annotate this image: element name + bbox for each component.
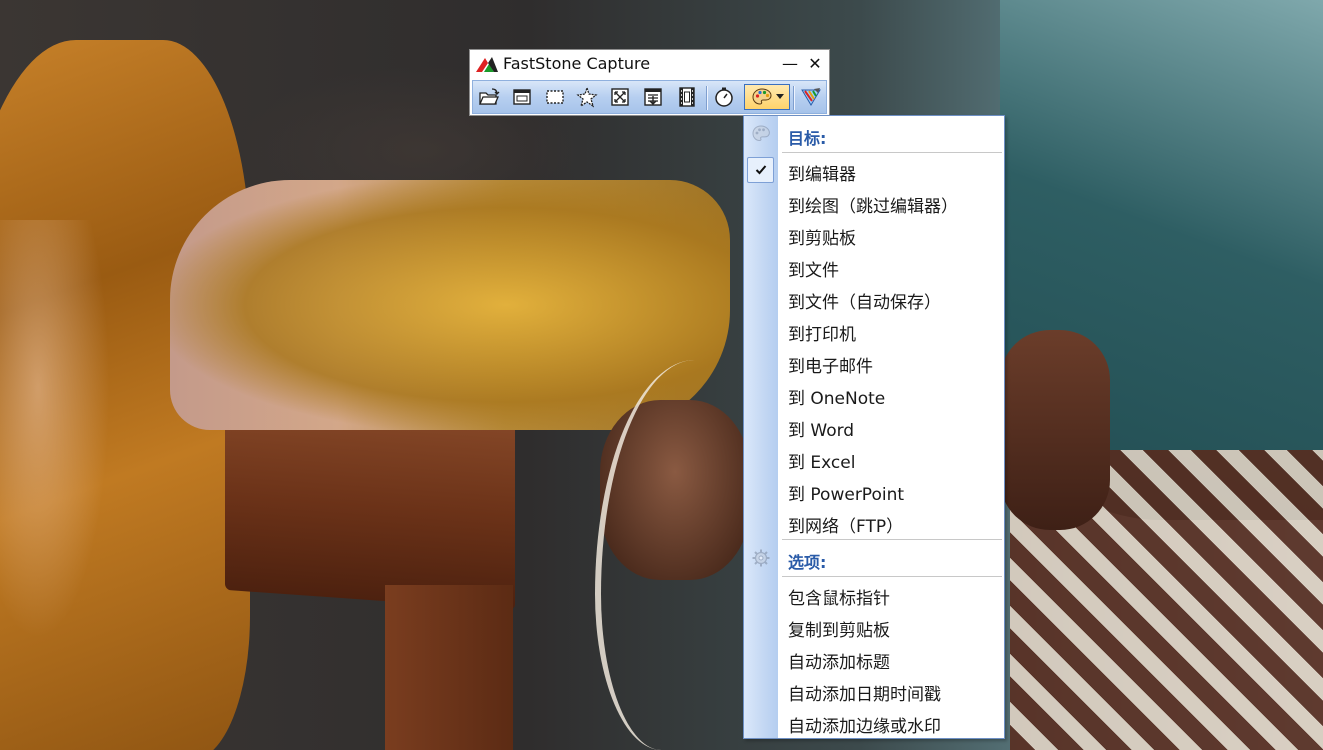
- delay-timer-button[interactable]: [711, 84, 737, 110]
- menu-item-label: 到 PowerPoint: [788, 485, 905, 505]
- menu-item-label: 到剪贴板: [788, 229, 856, 249]
- capture-scrolling-icon: [644, 88, 662, 106]
- capture-freehand-icon: [576, 86, 598, 108]
- faststone-capture-window[interactable]: FastStone Capture — ✕: [469, 49, 830, 116]
- chevron-down-icon: [775, 94, 784, 99]
- menu-item-to-word[interactable]: 到 Word: [744, 410, 1004, 442]
- menu-header-options: 选项:: [744, 542, 1004, 574]
- toolbar-separator: [793, 86, 794, 110]
- window-title: FastStone Capture: [503, 54, 651, 73]
- menu-item-label: 到 Excel: [788, 453, 856, 473]
- gear-icon: [752, 549, 770, 567]
- title-bar[interactable]: FastStone Capture — ✕: [470, 50, 829, 78]
- screen-recorder-button[interactable]: [674, 84, 700, 110]
- background-arm: [1000, 330, 1110, 530]
- menu-item-to-clipboard[interactable]: 到剪贴板: [744, 218, 1004, 250]
- menu-item-label: 到网络（FTP）: [788, 517, 904, 537]
- menu-item-label: 到编辑器: [788, 165, 856, 185]
- menu-item-to-editor[interactable]: 到编辑器: [744, 154, 1004, 186]
- capture-toolbar: [472, 80, 827, 114]
- close-button[interactable]: ✕: [805, 54, 825, 74]
- menu-item-include-cursor[interactable]: 包含鼠标指针: [744, 578, 1004, 610]
- menu-item-label: 复制到剪贴板: [788, 621, 890, 641]
- menu-item-label: 到 Word: [788, 421, 855, 441]
- menu-item-label: 到打印机: [788, 325, 856, 345]
- open-folder-icon: [479, 88, 500, 105]
- menu-item-to-printer[interactable]: 到打印机: [744, 314, 1004, 346]
- menu-header-target: 目标:: [744, 118, 1004, 150]
- menu-item-label: 到文件（自动保存）: [788, 293, 941, 313]
- output-destination-menu: 目标: 到编辑器 到绘图（跳过编辑器） 到剪贴板 到文件 到文件（自动保存） 到…: [743, 115, 1005, 739]
- menu-item-copy-to-clipboard[interactable]: 复制到剪贴板: [744, 610, 1004, 642]
- menu-item-label: 到绘图（跳过编辑器）: [788, 197, 958, 217]
- menu-item-label: 自动添加边缘或水印: [788, 717, 941, 737]
- screen-recorder-icon: [679, 87, 695, 107]
- menu-separator: [782, 576, 1002, 577]
- menu-item-auto-edge-watermark[interactable]: 自动添加边缘或水印: [744, 706, 1004, 738]
- settings-brush-icon: [801, 88, 821, 106]
- palette-icon: [752, 125, 770, 142]
- capture-window-icon: [513, 89, 531, 105]
- capture-fullscreen-button[interactable]: [607, 84, 633, 110]
- menu-item-to-excel[interactable]: 到 Excel: [744, 442, 1004, 474]
- menu-header-label: 目标:: [788, 129, 827, 148]
- toolbar-separator: [706, 86, 707, 110]
- menu-item-to-paint[interactable]: 到绘图（跳过编辑器）: [744, 186, 1004, 218]
- menu-item-to-email[interactable]: 到电子邮件: [744, 346, 1004, 378]
- delay-timer-icon: [715, 87, 733, 107]
- menu-item-label: 包含鼠标指针: [788, 589, 890, 609]
- menu-item-auto-caption[interactable]: 自动添加标题: [744, 642, 1004, 674]
- capture-freehand-button[interactable]: [574, 84, 600, 110]
- settings-menu-button[interactable]: [798, 84, 824, 110]
- menu-item-label: 自动添加日期时间戳: [788, 685, 941, 705]
- menu-item-label: 到 OneNote: [788, 389, 886, 409]
- menu-item-label: 到文件: [788, 261, 839, 281]
- open-file-button[interactable]: [476, 84, 502, 110]
- capture-rectangle-button[interactable]: [542, 84, 568, 110]
- menu-header-label: 选项:: [788, 553, 827, 572]
- capture-fullscreen-icon: [611, 88, 629, 106]
- menu-separator: [782, 152, 1002, 153]
- menu-item-label: 自动添加标题: [788, 653, 890, 673]
- menu-item-to-onenote[interactable]: 到 OneNote: [744, 378, 1004, 410]
- menu-item-label: 到电子邮件: [788, 357, 873, 377]
- app-logo-icon: [476, 57, 498, 72]
- menu-separator: [782, 539, 1002, 540]
- menu-item-to-ftp[interactable]: 到网络（FTP）: [744, 506, 1004, 538]
- menu-item-to-powerpoint[interactable]: 到 PowerPoint: [744, 474, 1004, 506]
- minimize-button[interactable]: —: [780, 54, 800, 74]
- checkmark-icon: [747, 157, 774, 183]
- output-destination-dropdown[interactable]: [744, 84, 790, 110]
- capture-rectangle-icon: [546, 90, 564, 104]
- capture-scrolling-button[interactable]: [640, 84, 666, 110]
- menu-item-to-file[interactable]: 到文件: [744, 250, 1004, 282]
- background-chair-leg: [385, 585, 513, 750]
- menu-item-auto-datetime-stamp[interactable]: 自动添加日期时间戳: [744, 674, 1004, 706]
- menu-item-to-file-autosave[interactable]: 到文件（自动保存）: [744, 282, 1004, 314]
- palette-icon: [751, 88, 772, 105]
- capture-window-button[interactable]: [509, 84, 535, 110]
